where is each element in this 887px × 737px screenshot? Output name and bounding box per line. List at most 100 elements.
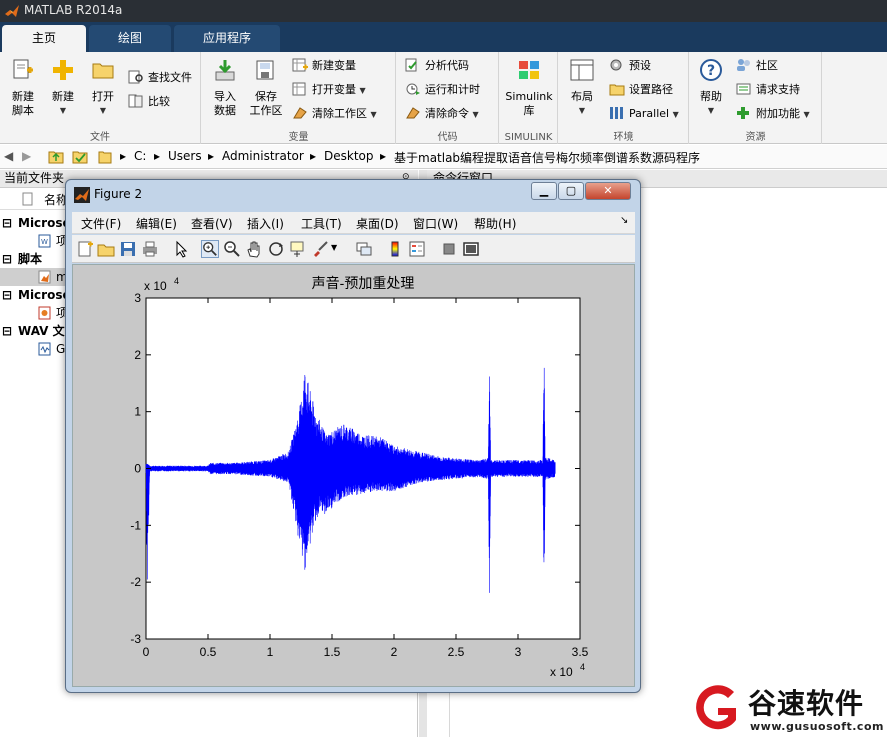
open-label: 打开 — [92, 90, 114, 103]
back-arrow-icon[interactable]: ◀ — [4, 149, 13, 163]
figure-toolbar: ▼ — [72, 235, 635, 263]
dock-arrow-icon[interactable]: ↘ — [620, 215, 628, 226]
zoom-in-icon[interactable] — [201, 240, 219, 258]
forward-arrow-icon[interactable]: ▶ — [22, 149, 31, 163]
x-tick-label: 1.5 — [324, 645, 341, 659]
minimize-button[interactable]: ▁ — [531, 182, 557, 200]
browse-folder-icon[interactable] — [72, 149, 88, 164]
parallel-icon — [610, 107, 623, 119]
tree-group-word-docs[interactable]: ⊟ Microso — [0, 214, 70, 232]
pan-hand-icon[interactable] — [245, 240, 263, 258]
edit-plot-arrow-icon[interactable] — [172, 240, 190, 258]
run-and-time-button[interactable]: 运行和计时 — [405, 80, 480, 100]
menu-view[interactable]: 查看(V) — [191, 215, 233, 232]
tab-plots[interactable]: 绘图 — [89, 25, 171, 52]
menu-file[interactable]: 文件(F) — [81, 215, 121, 232]
new-figure-icon[interactable] — [76, 240, 94, 258]
tab-home[interactable]: 主页 — [2, 25, 86, 52]
new-script-button[interactable]: 新建 脚本 — [6, 58, 40, 118]
close-button[interactable]: ✕ — [585, 182, 631, 200]
matlab-figure-icon — [74, 187, 90, 203]
maximize-button[interactable]: ▢ — [558, 182, 584, 200]
data-cursor-icon[interactable] — [289, 240, 307, 258]
set-path-label: 设置路径 — [629, 83, 673, 96]
open-file-icon[interactable] — [97, 240, 115, 258]
path-segment-administrator[interactable]: Administrator — [222, 149, 304, 163]
clear-commands-dropdown-icon[interactable]: ▼ — [473, 110, 479, 119]
tab-apps[interactable]: 应用程序 — [174, 25, 280, 52]
zoom-out-icon[interactable] — [223, 240, 241, 258]
insert-colorbar-icon[interactable] — [386, 240, 404, 258]
path-segment-desktop[interactable]: Desktop — [324, 149, 374, 163]
brush-icon[interactable] — [311, 240, 329, 258]
save-workspace-button[interactable]: 保存 工作区 — [246, 58, 286, 118]
collapse-icon[interactable]: ⊟ — [0, 250, 14, 268]
open-variable-button[interactable]: 打开变量 ▼ — [292, 80, 366, 100]
simulink-library-button[interactable]: Simulink 库 — [504, 58, 554, 118]
link-plot-icon[interactable] — [355, 240, 373, 258]
add-ons-dropdown-icon[interactable]: ▼ — [804, 110, 810, 119]
gusu-logo-icon — [696, 685, 736, 730]
tree-group-ppt-docs[interactable]: ⊟ Microso — [0, 286, 70, 304]
collapse-icon[interactable]: ⊟ — [0, 286, 14, 304]
path-segment-users[interactable]: Users — [168, 149, 202, 163]
up-folder-icon[interactable] — [48, 149, 64, 164]
x-tick-label: 3.5 — [572, 645, 589, 659]
new-variable-button[interactable]: 新建变量 — [292, 56, 356, 76]
import-data-button[interactable]: 导入 数据 — [208, 58, 242, 118]
tree-group-wav-files[interactable]: ⊟ WAV 文 — [0, 322, 70, 340]
clear-workspace-icon — [293, 107, 307, 119]
print-figure-icon[interactable] — [141, 240, 159, 258]
brush-dropdown-icon[interactable]: ▼ — [331, 243, 337, 252]
hide-plot-tools-icon[interactable] — [440, 240, 458, 258]
tree-group-scripts[interactable]: ⊟ 脚本 — [0, 250, 70, 268]
menu-insert[interactable]: 插入(I) — [247, 215, 284, 232]
compare-button[interactable]: 比较 — [128, 92, 170, 112]
path-separator-icon: ▸ — [208, 149, 215, 163]
tree-item-m-script[interactable]: m — [0, 268, 70, 286]
chart-svg[interactable]: 0 0.5 1 1.5 2 2.5 3 3.5-3-2-10123声音-预加重处理x 10 4x… — [73, 265, 634, 686]
layout-button[interactable]: 布局 ▼ — [565, 58, 599, 118]
menu-edit[interactable]: 编辑(E) — [136, 215, 177, 232]
menu-help[interactable]: 帮助(H) — [474, 215, 516, 232]
clear-workspace-button[interactable]: 清除工作区 ▼ — [292, 104, 377, 124]
preferences-button[interactable]: 预设 — [609, 56, 651, 76]
simulink-library-icon — [519, 61, 539, 79]
collapse-icon[interactable]: ⊟ — [0, 214, 14, 232]
new-button[interactable]: 新建 ▼ — [44, 58, 82, 118]
rotate-3d-icon[interactable] — [267, 240, 285, 258]
tree-item-word-doc[interactable]: W 项 — [0, 232, 70, 250]
save-figure-icon[interactable] — [119, 240, 137, 258]
clear-commands-button[interactable]: 清除命令 ▼ — [405, 104, 479, 124]
show-plot-tools-icon[interactable] — [462, 240, 480, 258]
close-icon: ✕ — [603, 184, 613, 197]
y-tick-label: 0 — [134, 462, 141, 476]
community-icon — [737, 59, 750, 71]
clear-workspace-dropdown-icon[interactable]: ▼ — [371, 110, 377, 119]
tree-item-wav-file[interactable]: G — [0, 340, 70, 358]
find-files-icon — [128, 70, 143, 84]
parallel-button[interactable]: Parallel ▼ — [609, 104, 679, 124]
add-ons-button[interactable]: 附加功能 ▼ — [736, 104, 810, 124]
menu-desktop[interactable]: 桌面(D) — [356, 215, 399, 232]
menu-window[interactable]: 窗口(W) — [413, 215, 458, 232]
path-segment-drive[interactable]: C: — [134, 149, 146, 163]
request-support-button[interactable]: 请求支持 — [736, 80, 800, 100]
menu-tools[interactable]: 工具(T) — [301, 215, 342, 232]
find-files-button[interactable]: 查找文件 — [128, 68, 192, 88]
insert-legend-icon[interactable] — [408, 240, 426, 258]
help-button[interactable]: ? 帮助 ▼ — [696, 58, 726, 118]
collapse-icon[interactable]: ⊟ — [0, 322, 14, 340]
open-variable-dropdown-icon[interactable]: ▼ — [360, 86, 366, 95]
set-path-button[interactable]: 设置路径 — [609, 80, 673, 100]
parallel-dropdown-icon[interactable]: ▼ — [673, 110, 679, 119]
save-workspace-icon — [256, 60, 274, 80]
ribbon-group-simulink: Simulink 库 SIMULINK — [500, 52, 558, 144]
figure-title-bar[interactable]: Figure 2 ▁ ▢ ✕ — [66, 180, 640, 210]
open-button[interactable]: 打开 ▼ — [86, 58, 120, 118]
community-button[interactable]: 社区 — [736, 56, 778, 76]
analyze-code-button[interactable]: 分析代码 — [405, 56, 469, 76]
new-variable-icon — [292, 58, 308, 72]
tree-item-ppt-doc[interactable]: 项 — [0, 304, 70, 322]
path-segment-folder[interactable]: 基于matlab编程提取语音信号梅尔频率倒谱系数源码程序 — [394, 149, 700, 166]
